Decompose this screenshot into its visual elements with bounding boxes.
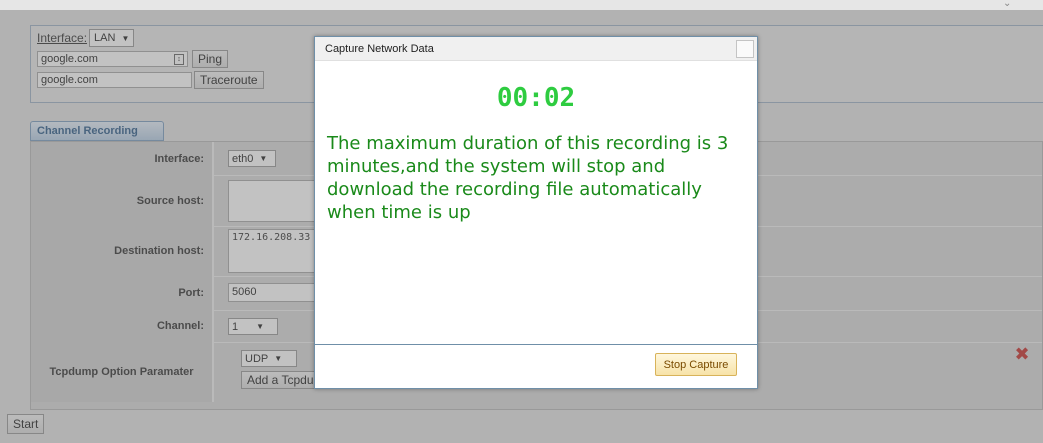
- close-icon[interactable]: [736, 40, 754, 58]
- dialog-title: Capture Network Data: [315, 37, 757, 61]
- capture-message: The maximum duration of this recording i…: [327, 133, 729, 223]
- capture-network-data-dialog: Capture Network Data 00:02 The maximum d…: [314, 36, 758, 389]
- stop-capture-button[interactable]: Stop Capture: [655, 353, 737, 376]
- dialog-divider: [315, 344, 757, 345]
- capture-timer: 00:02: [496, 83, 576, 113]
- chevron-down-icon[interactable]: ⌄: [1003, 0, 1017, 10]
- top-bar: [0, 0, 1043, 10]
